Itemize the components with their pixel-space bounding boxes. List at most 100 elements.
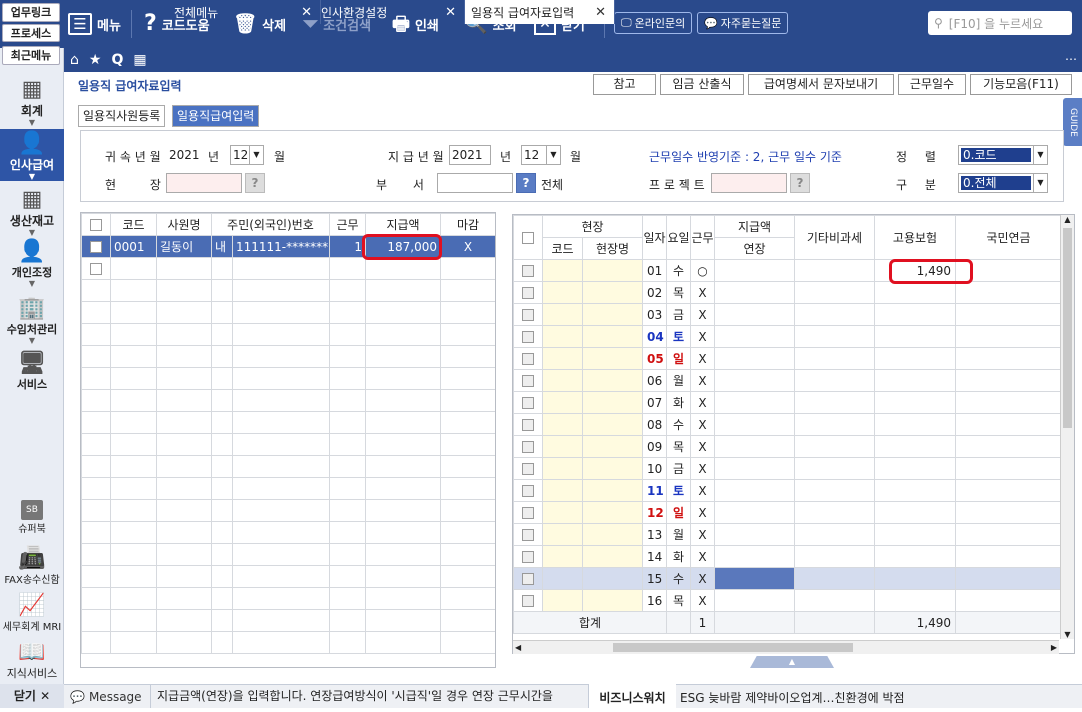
subtab-daily-employee-register[interactable]: 일용직사원등록 <box>78 105 166 127</box>
project-lookup-button[interactable]: ? <box>790 173 810 193</box>
sidebar-item-production[interactable]: ▦ 생산재고 ▼ <box>0 188 64 237</box>
arrow-right-icon[interactable]: ▶ <box>1051 641 1057 654</box>
sidebar-item-accounting[interactable]: ▦ 회계 ▼ <box>0 78 64 128</box>
function-collection-button[interactable]: 기능모음(F11) <box>970 74 1072 95</box>
table-row[interactable]: 05 일 X <box>513 347 1062 370</box>
site-code[interactable] <box>542 523 583 546</box>
dept-lookup-button[interactable]: ? <box>516 173 536 193</box>
day-of-week[interactable]: 월 <box>666 523 691 546</box>
empty-cell[interactable] <box>329 477 366 500</box>
day[interactable]: 06 <box>642 369 667 392</box>
table-row[interactable] <box>81 609 495 632</box>
work-flag[interactable]: X <box>690 501 715 524</box>
national-pension[interactable] <box>955 545 1062 568</box>
empty-cell[interactable] <box>81 411 111 434</box>
search-icon[interactable]: Q <box>111 52 123 68</box>
table-row[interactable] <box>81 455 495 478</box>
empty-cell[interactable] <box>156 433 212 456</box>
day[interactable]: 13 <box>642 523 667 546</box>
employment-insurance[interactable] <box>874 545 956 568</box>
empty-cell[interactable] <box>365 279 441 302</box>
site-name[interactable] <box>582 413 643 436</box>
empty-cell[interactable] <box>156 455 212 478</box>
empty-cell[interactable] <box>81 345 111 368</box>
day-of-week[interactable]: 토 <box>666 479 691 502</box>
work-flag[interactable]: X <box>690 479 715 502</box>
day-of-week[interactable]: 일 <box>666 501 691 524</box>
empty-cell[interactable] <box>232 301 330 324</box>
day-of-week[interactable]: 월 <box>666 369 691 392</box>
empty-cell[interactable] <box>232 257 330 280</box>
star-icon[interactable]: ★ <box>89 52 102 68</box>
row-checkbox[interactable] <box>522 573 534 585</box>
row-select[interactable] <box>513 369 543 392</box>
empty-cell[interactable] <box>211 587 233 610</box>
row-select[interactable] <box>513 457 543 480</box>
empty-cell[interactable] <box>81 609 111 632</box>
menu-button[interactable]: ☰ 메뉴 <box>68 8 121 40</box>
site-name[interactable] <box>582 347 643 370</box>
day[interactable]: 08 <box>642 413 667 436</box>
day[interactable]: 16 <box>642 589 667 612</box>
row-checkbox[interactable] <box>522 331 534 343</box>
site-code[interactable] <box>542 501 583 524</box>
employment-insurance[interactable] <box>874 435 956 458</box>
empty-cell[interactable] <box>156 565 212 588</box>
day[interactable]: 14 <box>642 545 667 568</box>
empty-cell[interactable] <box>232 279 330 302</box>
empty-cell[interactable] <box>211 455 233 478</box>
table-row[interactable] <box>81 389 495 412</box>
site-name[interactable] <box>582 325 643 348</box>
table-row[interactable]: 08 수 X <box>513 413 1062 436</box>
empty-cell[interactable] <box>329 565 366 588</box>
table-row[interactable] <box>81 477 495 500</box>
empty-cell[interactable] <box>81 455 111 478</box>
row-select[interactable] <box>513 589 543 612</box>
row-checkbox[interactable] <box>522 507 534 519</box>
horizontal-scrollbar[interactable]: ◀ ▶ <box>513 640 1059 654</box>
national-pension[interactable] <box>955 391 1062 414</box>
table-row[interactable]: 06 월 X <box>513 369 1062 392</box>
empty-cell[interactable] <box>232 345 330 368</box>
table-row[interactable] <box>81 521 495 544</box>
table-row[interactable] <box>81 631 495 654</box>
sidebar-item-knowledge[interactable]: 📖 지식서비스 <box>0 641 64 681</box>
row-select[interactable] <box>513 281 543 304</box>
empty-cell[interactable] <box>156 345 212 368</box>
work-flag[interactable]: X <box>690 545 715 568</box>
site-name[interactable] <box>582 501 643 524</box>
arrow-left-icon[interactable]: ◀ <box>515 641 521 654</box>
pay-amount[interactable] <box>714 347 795 370</box>
empty-cell[interactable] <box>156 323 212 346</box>
day[interactable]: 04 <box>642 325 667 348</box>
empty-cell[interactable] <box>365 587 441 610</box>
row-checkbox[interactable] <box>522 463 534 475</box>
site-code[interactable] <box>542 545 583 568</box>
table-row[interactable]: 09 목 X <box>513 435 1062 458</box>
day[interactable]: 10 <box>642 457 667 480</box>
empty-cell[interactable] <box>156 521 212 544</box>
home-icon[interactable]: ⌂ <box>70 52 79 68</box>
quick-link-work[interactable]: 업무링크 <box>2 3 60 22</box>
empty-cell[interactable] <box>329 543 366 566</box>
pay-amount[interactable] <box>714 281 795 304</box>
other-nontax[interactable] <box>794 347 875 370</box>
empty-cell[interactable] <box>440 367 495 390</box>
row-checkbox[interactable] <box>90 241 102 253</box>
day[interactable]: 05 <box>642 347 667 370</box>
collapse-panel-toggle[interactable]: ▲ <box>750 656 834 668</box>
empty-cell[interactable] <box>365 499 441 522</box>
empty-cell[interactable] <box>232 543 330 566</box>
empty-cell[interactable] <box>232 389 330 412</box>
empty-cell[interactable] <box>440 609 495 632</box>
pay-amount[interactable] <box>714 545 795 568</box>
table-row[interactable] <box>81 301 495 324</box>
empty-cell[interactable] <box>211 521 233 544</box>
pay-amount[interactable] <box>714 479 795 502</box>
pay-amount[interactable] <box>714 259 795 282</box>
day-of-week[interactable]: 금 <box>666 457 691 480</box>
other-nontax[interactable] <box>794 391 875 414</box>
empty-cell[interactable] <box>81 499 111 522</box>
empty-cell[interactable] <box>365 565 441 588</box>
national-pension[interactable] <box>955 589 1062 612</box>
